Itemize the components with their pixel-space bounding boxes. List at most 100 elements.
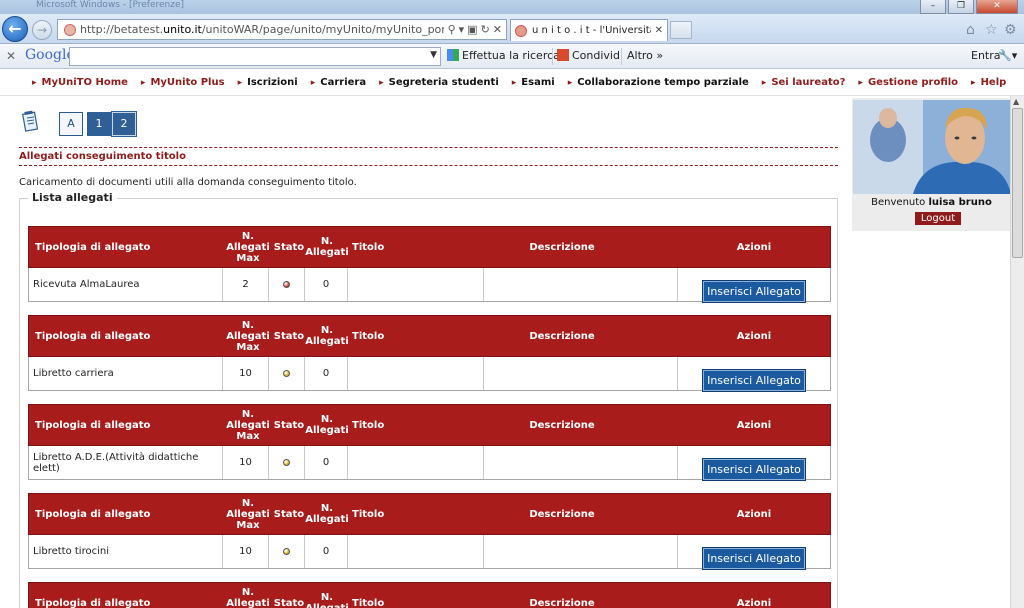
column-header-max: N. Allegati Max bbox=[226, 497, 270, 531]
column-header-titolo: Titolo bbox=[352, 419, 385, 431]
compatibility-icon[interactable]: ▣ bbox=[467, 23, 477, 36]
column-header-descrizione: Descrizione bbox=[529, 419, 595, 431]
insert-attachment-button[interactable]: Inserisci Allegato bbox=[702, 280, 806, 303]
browser-navbar: ← → http://betatest.unito.it/unitoWAR/pa… bbox=[0, 14, 1024, 44]
cell-titolo bbox=[351, 535, 481, 568]
column-header-max: N. Allegati Max bbox=[226, 319, 270, 353]
cell-tipologia: Libretto carriera bbox=[33, 368, 114, 379]
step-a-button[interactable]: A bbox=[59, 112, 83, 136]
column-header-azioni: Azioni bbox=[736, 241, 772, 253]
table-row: Libretto A.D.E.(Attività didattiche elet… bbox=[28, 446, 831, 481]
column-header-max: N. Allegati Max bbox=[226, 586, 270, 608]
menu-item-1[interactable]: MyUnito Plus bbox=[141, 77, 224, 88]
column-header-azioni: Azioni bbox=[736, 330, 772, 342]
menu-item-3[interactable]: Carriera bbox=[311, 77, 366, 88]
back-arrow-icon[interactable]: ← bbox=[2, 16, 28, 42]
fieldset-legend: Lista allegati bbox=[28, 191, 117, 204]
column-header-n: N. Allegati bbox=[305, 503, 349, 525]
close-toolbar-icon[interactable]: ✕ bbox=[6, 49, 16, 63]
page-scrollbar[interactable]: ▲ bbox=[1010, 96, 1024, 608]
search-button[interactable]: Effettua la ricerca ▾ bbox=[447, 49, 569, 62]
menu-item-2[interactable]: Iscrizioni bbox=[238, 77, 298, 88]
google-search-icon bbox=[447, 49, 459, 61]
table-header: Tipologia di allegato N. Allegati MaxStat… bbox=[28, 493, 831, 535]
insert-attachment-button[interactable]: Inserisci Allegato bbox=[702, 458, 806, 481]
column-header-stato: Stato bbox=[273, 597, 305, 608]
attachment-table: Tipologia di allegato N. Allegati MaxStat… bbox=[28, 404, 831, 481]
column-header-n: N. Allegati bbox=[305, 236, 349, 258]
column-header-tipologia: Tipologia di allegato bbox=[35, 508, 151, 520]
welcome-text: Benvenuto luisa bruno bbox=[871, 197, 992, 208]
scroll-thumb[interactable] bbox=[1012, 108, 1023, 258]
tab-close-icon[interactable]: ✕ bbox=[655, 25, 663, 36]
column-header-azioni: Azioni bbox=[736, 508, 772, 520]
cell-descrizione bbox=[487, 357, 675, 390]
google-search-input[interactable]: ▼ bbox=[69, 47, 441, 66]
new-tab-button[interactable] bbox=[670, 21, 692, 39]
address-url[interactable]: http://betatest.unito.it/unitoWAR/page/u… bbox=[80, 23, 444, 36]
menu-item-6[interactable]: Collaborazione tempo parziale bbox=[568, 77, 749, 88]
cell-descrizione bbox=[487, 446, 675, 479]
column-header-titolo: Titolo bbox=[352, 330, 385, 342]
attachment-table: Tipologia di allegato N. Allegati MaxStat… bbox=[28, 315, 831, 392]
maximize-button[interactable]: ❐ bbox=[948, 0, 974, 14]
wrench-icon[interactable]: 🔧▾ bbox=[998, 49, 1017, 62]
column-header-max: N. Allegati Max bbox=[226, 408, 270, 442]
dropdown-icon[interactable]: ▾ bbox=[459, 23, 465, 36]
table-header: Tipologia di allegato N. Allegati MaxStat… bbox=[28, 404, 831, 446]
cell-azioni: Inserisci Allegato bbox=[678, 268, 830, 303]
menu-item-9[interactable]: Help bbox=[971, 77, 1007, 88]
more-button[interactable]: Altro » bbox=[627, 49, 663, 62]
column-header-descrizione: Descrizione bbox=[529, 330, 595, 342]
column-header-tipologia: Tipologia di allegato bbox=[35, 241, 151, 253]
user-sidebar: Benvenuto luisa bruno Logout bbox=[852, 98, 1011, 231]
stop-icon[interactable]: ✕ bbox=[493, 23, 502, 36]
insert-attachment-button[interactable]: Inserisci Allegato bbox=[702, 547, 806, 570]
username: luisa bruno bbox=[928, 197, 992, 208]
column-header-tipologia: Tipologia di allegato bbox=[35, 330, 151, 342]
column-header-descrizione: Descrizione bbox=[529, 241, 595, 253]
cell-max: 2 bbox=[242, 279, 249, 290]
cell-titolo bbox=[351, 268, 481, 301]
cell-stato bbox=[269, 357, 304, 390]
table-row: Ricevuta AlmaLaurea 2 0 Inserisci Allegato bbox=[28, 268, 831, 303]
google-logo: Google bbox=[25, 47, 75, 63]
cell-max: 10 bbox=[239, 546, 252, 557]
cell-stato bbox=[269, 446, 304, 479]
step-2-button[interactable]: 2 bbox=[111, 111, 137, 137]
settings-gear-icon[interactable]: ⚙ bbox=[1004, 22, 1017, 38]
step-1-button[interactable]: 1 bbox=[87, 112, 111, 136]
refresh-icon[interactable]: ↻ bbox=[481, 23, 490, 36]
scroll-up-icon[interactable]: ▲ bbox=[1013, 97, 1019, 106]
cell-n: 0 bbox=[322, 279, 330, 290]
menu-item-5[interactable]: Esami bbox=[512, 77, 554, 88]
menu-item-7[interactable]: Sei laureato? bbox=[762, 77, 845, 88]
minimize-button[interactable]: – bbox=[920, 0, 946, 14]
share-icon bbox=[557, 49, 569, 61]
column-header-tipologia: Tipologia di allegato bbox=[35, 419, 151, 431]
menu-item-4[interactable]: Segreteria studenti bbox=[379, 77, 499, 88]
cell-tipologia: Libretto A.D.E.(Attività didattiche elet… bbox=[33, 451, 199, 474]
attachment-table: Tipologia di allegato N. Allegati MaxStat… bbox=[28, 493, 831, 570]
address-bar[interactable]: http://betatest.unito.it/unitoWAR/page/u… bbox=[57, 19, 507, 40]
share-button[interactable]: Condividi bbox=[557, 49, 623, 62]
home-icon[interactable]: ⌂ bbox=[966, 22, 975, 38]
search-icon[interactable]: ⚲ bbox=[448, 23, 456, 36]
column-header-azioni: Azioni bbox=[736, 597, 772, 608]
status-indicator-icon bbox=[283, 281, 290, 288]
window-title: Microsoft Windows - [Preferenze] bbox=[36, 0, 185, 10]
menu-item-0[interactable]: MyUniTO Home bbox=[32, 77, 128, 88]
browser-tab[interactable]: u n i t o . i t - l'Università di ... ✕ bbox=[510, 19, 668, 41]
close-window-button[interactable]: ✕ bbox=[976, 0, 1018, 14]
login-button[interactable]: Entra bbox=[971, 49, 1001, 62]
logout-button[interactable]: Logout bbox=[915, 212, 961, 225]
insert-attachment-button[interactable]: Inserisci Allegato bbox=[702, 369, 806, 392]
attachment-table: Tipologia di allegato N. Allegati MaxStat… bbox=[28, 226, 831, 303]
cell-azioni: Inserisci Allegato bbox=[678, 446, 830, 481]
table-header: Tipologia di allegato N. Allegati MaxStat… bbox=[28, 582, 831, 608]
favorites-star-icon[interactable]: ☆ bbox=[985, 22, 998, 38]
table-row: Libretto tirocini 10 0 Inserisci Allegato bbox=[28, 535, 831, 570]
menu-item-8[interactable]: Gestione profilo bbox=[858, 77, 958, 88]
chevron-down-icon[interactable]: ▼ bbox=[430, 50, 437, 60]
forward-arrow-icon[interactable]: → bbox=[32, 20, 52, 40]
